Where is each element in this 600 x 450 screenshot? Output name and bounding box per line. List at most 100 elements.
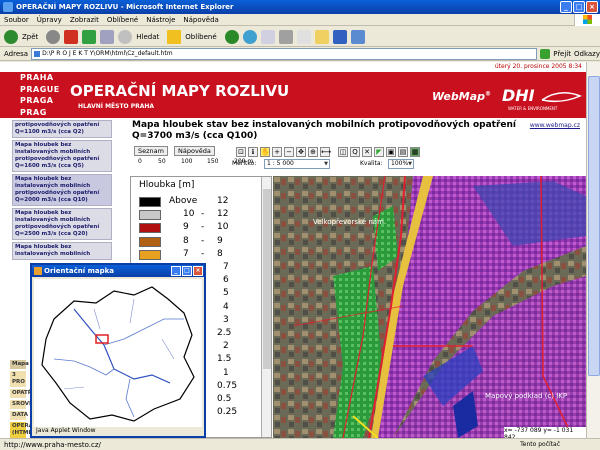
favorites-star-icon[interactable] (167, 29, 182, 44)
search-label[interactable]: Hledat (136, 33, 159, 41)
scale-tick: 50 (158, 158, 166, 165)
legend-row: 7 - 8 (139, 248, 263, 260)
praha-logo: PRAHA PRAGUE PRAGA PRAG (18, 72, 64, 118)
go-button[interactable]: Přejít (553, 50, 571, 58)
webmap-link[interactable]: www.webmap.cz (530, 122, 580, 129)
legend-from: 7 (183, 248, 189, 259)
back-label[interactable]: Zpět (22, 33, 38, 41)
logo-line: PRAGUE (20, 84, 60, 94)
legend-to: 12 (217, 196, 229, 206)
legend-to: 1 (223, 367, 229, 378)
links-button[interactable]: Odkazy (574, 50, 600, 58)
overview-canvas[interactable] (34, 279, 202, 427)
legend-to: 1.5 (217, 354, 232, 365)
sidebar-item[interactable]: Mapa hloubek bez instalovaných mobilních… (12, 140, 112, 172)
layers-icon[interactable]: ▦ (410, 147, 420, 157)
research-icon[interactable] (350, 29, 365, 44)
forward-arrow-icon[interactable] (46, 29, 61, 44)
sidebar-item[interactable]: Mapa hloubek bez instalovaných mobilních (12, 242, 112, 260)
legend-dash: - (201, 222, 205, 233)
menu-upravy[interactable]: Úpravy (37, 14, 62, 25)
edit-icon[interactable] (296, 29, 311, 44)
save-icon[interactable]: ▣ (386, 147, 396, 157)
mark-icon[interactable]: ✕ (362, 147, 372, 157)
kvalita-select[interactable]: 100% (388, 159, 414, 169)
sidebar-item[interactable]: Mapa hloubek bez instalovaných mobilních… (12, 208, 112, 240)
sidebar-section[interactable]: OPATŘ (10, 389, 32, 398)
sidebar-section[interactable]: SROVN (10, 400, 34, 409)
window-titlebar: OPERAČNÍ MAPY ROZLIVU - Microsoft Intern… (0, 0, 600, 14)
move-tool-icon[interactable]: ✥ (296, 147, 306, 157)
legend-dash: - (201, 248, 205, 259)
search-icon[interactable] (118, 29, 133, 44)
sidebar-item[interactable]: Mapa hloubek bez instalovaných mobilních… (12, 174, 112, 206)
menu-soubor[interactable]: Soubor (4, 14, 29, 25)
back-arrow-icon[interactable] (4, 29, 18, 44)
folder-icon[interactable] (314, 29, 329, 44)
menu-napoveda[interactable]: Nápověda (183, 14, 218, 25)
map-title: Mapa hloubek stav bez instalovaných mobi… (132, 120, 517, 141)
address-bar: Adresa D:\P R O J E K T Y\ORM\html\Cz_de… (0, 47, 600, 61)
menu-nastroje[interactable]: Nástroje (146, 14, 175, 25)
minimize-button[interactable]: _ (560, 1, 572, 13)
orientation-titlebar[interactable]: Orientační mapka _ □ × (32, 265, 204, 277)
home-icon[interactable] (100, 29, 115, 44)
query-icon[interactable]: Q (350, 147, 360, 157)
print-icon[interactable] (278, 29, 293, 44)
webmap-reg: ® (485, 90, 492, 98)
webmap-logo: WebMap® (432, 90, 491, 103)
mail-icon[interactable] (260, 29, 275, 44)
scale-tick: 100 (181, 158, 193, 165)
status-bar: http://www.praha-mesto.cz/ Tento počítač (0, 438, 600, 450)
menu-oblibene[interactable]: Oblíbené (107, 14, 138, 25)
map-copyright: Mapový podklad (c) IKP (485, 392, 567, 400)
measure-tool-icon[interactable]: ⟷ (320, 147, 331, 157)
pan-tool-icon[interactable]: ✋ (260, 147, 270, 157)
orient-minimize-button[interactable]: _ (171, 266, 181, 276)
meritko-label: Měřítko: (232, 160, 257, 167)
full-extent-icon[interactable]: ⊕ (308, 147, 318, 157)
legend-from: 9 (183, 222, 189, 233)
stop-icon[interactable] (64, 29, 79, 44)
sidebar-section[interactable]: OPERA (HTML (10, 422, 33, 438)
address-input[interactable]: D:\P R O J E K T Y\ORM\html\Cz_default.h… (31, 47, 538, 60)
legend-to: 0.25 (217, 407, 238, 418)
map-canvas[interactable]: Velkopřevorské nám. Mapový podklad (c) I… (273, 176, 586, 438)
favorites-label[interactable]: Oblíbené (185, 33, 216, 41)
meritko-select[interactable]: 1 : 5 000 (264, 159, 330, 169)
page-header: PRAHA PRAGUE PRAGA PRAG OPERAČNÍ MAPY RO… (0, 72, 586, 118)
select-tool-icon[interactable]: ⊡ (236, 147, 246, 157)
close-button[interactable]: × (586, 1, 598, 13)
menu-zobrazit[interactable]: Zobrazit (70, 14, 99, 25)
print-map-icon[interactable]: ▤ (398, 147, 408, 157)
book-icon[interactable]: ◫ (338, 147, 348, 157)
sidebar-section[interactable]: 3 PRO (10, 371, 26, 387)
zoom-in-icon[interactable]: + (272, 147, 282, 157)
maximize-button[interactable]: □ (573, 1, 585, 13)
refresh-icon[interactable] (82, 29, 97, 44)
seznam-button[interactable]: Seznam (134, 146, 168, 156)
info-tool-icon[interactable]: ℹ (248, 147, 258, 157)
page-scrollbar[interactable] (586, 62, 600, 438)
flag-icon[interactable]: ◤ (374, 147, 384, 157)
media-icon[interactable] (224, 29, 239, 44)
messenger-icon[interactable] (332, 29, 347, 44)
go-arrow-icon[interactable] (540, 48, 551, 59)
sidebar-section[interactable]: DATA (10, 411, 28, 420)
legend-dash: - (201, 235, 205, 246)
kvalita-label: Kvalita: (360, 160, 383, 167)
history-icon[interactable] (242, 29, 257, 44)
legend-scrollbar[interactable] (261, 177, 271, 437)
zoom-out-icon[interactable]: − (284, 147, 294, 157)
orient-maximize-button[interactable]: □ (182, 266, 192, 276)
overview-map[interactable] (34, 279, 202, 427)
scale-tick: 150 (207, 158, 219, 165)
sidebar-section[interactable]: Mapa (10, 360, 29, 369)
orientation-window: Orientační mapka _ □ × Java Applet Windo… (30, 263, 206, 438)
coordinate-readout: x= -737 089 y= -1 031 842 (504, 427, 586, 438)
legend-to: 10 (217, 222, 229, 233)
napoveda-button[interactable]: Nápověda (174, 146, 215, 156)
flood-map[interactable]: Velkopřevorské nám. Mapový podklad (c) I… (273, 176, 586, 438)
sidebar-item[interactable]: protipovodňových opatření Q=1100 m3/s (c… (12, 120, 112, 138)
orient-close-button[interactable]: × (193, 266, 203, 276)
